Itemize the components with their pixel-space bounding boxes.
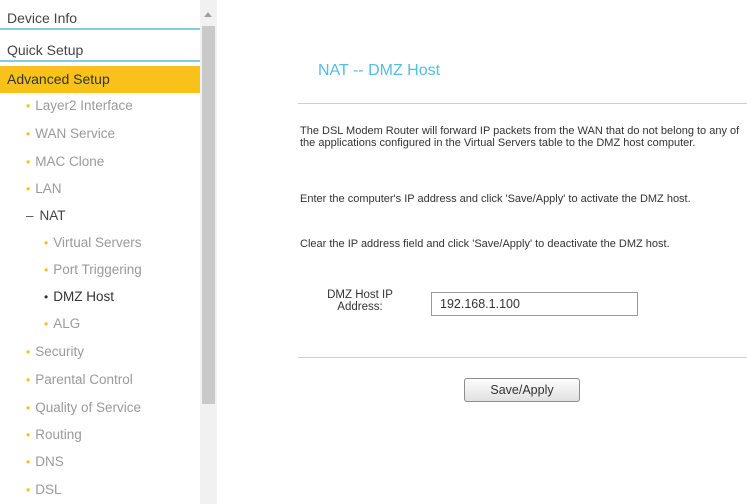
deactivate-instructions: Clear the IP address field and click 'Sa… [300,238,670,250]
bullet-icon: • [26,483,31,497]
nav-parental-control[interactable]: • Parental Control [26,370,133,390]
bullet-icon: • [26,182,31,196]
activate-instructions: Enter the computer's IP address and clic… [300,193,691,205]
page-title: NAT -- DMZ Host [318,62,441,79]
divider [298,357,747,358]
nav-dmz-host[interactable]: • DMZ Host [44,287,114,307]
scroll-up-arrow-icon[interactable] [204,12,212,17]
nav-virtual-servers[interactable]: • Virtual Servers [44,233,142,253]
nav-layer2-interface[interactable]: • Layer2 Interface [26,96,133,116]
bullet-icon: • [26,345,31,359]
bullet-icon: • [26,99,31,113]
bullet-icon: • [26,401,31,415]
nav-nat[interactable]: – NAT [26,206,66,226]
nav-lan[interactable]: • LAN [26,179,61,199]
bullet-icon: • [26,373,31,387]
description-text: The DSL Modem Router will forward IP pac… [300,125,740,149]
scrollbar-thumb[interactable] [202,26,215,404]
bullet-icon: • [44,290,49,304]
sidebar-nav: Device Info Quick Setup Advanced Setup •… [0,0,200,504]
bullet-icon: • [44,263,49,277]
nav-advanced-setup[interactable]: Advanced Setup [0,66,200,93]
nav-wan-service[interactable]: • WAN Service [26,124,115,144]
bullet-icon: • [44,236,49,250]
nav-routing[interactable]: • Routing [26,425,82,445]
bullet-icon: • [26,155,31,169]
nav-quality-of-service[interactable]: • Quality of Service [26,398,141,418]
bullet-icon: • [26,127,31,141]
bullet-icon: • [26,455,31,469]
dmz-host-ip-label: DMZ Host IP Address: [327,289,393,313]
nav-dns[interactable]: • DNS [26,452,64,472]
nav-device-info[interactable]: Device Info [0,6,200,30]
nav-port-triggering[interactable]: • Port Triggering [44,260,142,280]
nav-security[interactable]: • Security [26,342,84,362]
divider [298,103,747,104]
bullet-icon: • [26,428,31,442]
nav-alg[interactable]: • ALG [44,314,80,334]
bullet-icon: • [44,317,49,331]
collapse-dash-icon: – [26,208,34,223]
nav-dsl[interactable]: • DSL [26,480,61,500]
dmz-host-ip-input[interactable] [431,292,638,316]
nav-mac-clone[interactable]: • MAC Clone [26,152,104,172]
nav-quick-setup[interactable]: Quick Setup [0,38,200,62]
save-apply-button[interactable]: Save/Apply [464,378,580,402]
